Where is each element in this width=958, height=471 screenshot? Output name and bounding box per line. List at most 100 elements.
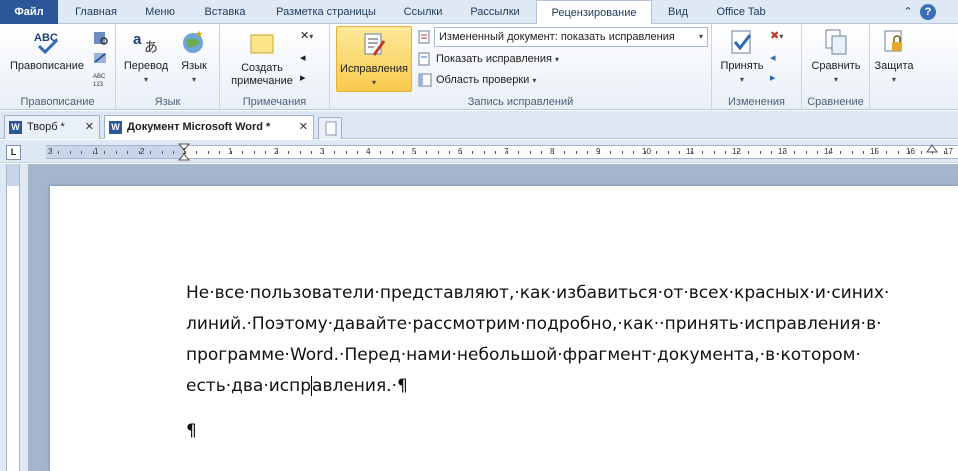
group-label-tracking: Запись исправлений	[467, 96, 574, 108]
ruler-tick	[598, 151, 600, 154]
translate-button[interactable]: a あ Перевод ▾	[120, 28, 172, 86]
ruler-tick	[472, 151, 473, 154]
ruler-tick	[276, 151, 278, 154]
ruler-tick	[483, 151, 485, 154]
accept-button[interactable]: Принять ▾	[716, 28, 768, 86]
group-label-comments: Примечания	[242, 96, 307, 108]
ruler-tick	[564, 151, 565, 154]
ruler-tick	[322, 151, 324, 154]
close-tab-icon[interactable]: ✕	[299, 116, 308, 138]
word-count-icon[interactable]: ABC 123	[92, 70, 110, 88]
horizontal-ruler-bar: L 3 1 2 1 1 2 3 4 5 6 7 8 9 10 11 12 13 …	[0, 140, 958, 163]
tab-home[interactable]: Главная	[62, 0, 130, 24]
horizontal-ruler[interactable]: 3 1 2 1 1 2 3 4 5 6 7 8 9 10 11 12 13 14…	[46, 143, 958, 161]
document-line-3[interactable]: программе·Word.·Перед·нами·небольшой·фра…	[186, 340, 946, 371]
ruler-tick	[541, 151, 542, 154]
new-tab-button[interactable]	[318, 117, 342, 139]
document-line-4[interactable]: есть·два·исправления.·¶	[186, 371, 946, 402]
vertical-ruler[interactable]	[6, 164, 20, 471]
ruler-tick	[368, 151, 370, 154]
svg-text:★: ★	[195, 29, 203, 39]
ruler-tick	[679, 151, 680, 154]
ruler-tick	[299, 151, 301, 154]
ruler-tick	[127, 151, 128, 154]
ruler-tick	[736, 151, 738, 154]
tab-references[interactable]: Ссылки	[392, 0, 454, 24]
ruler-tick	[104, 151, 105, 154]
ruler-tick	[345, 151, 347, 154]
tab-view[interactable]: Вид	[656, 0, 700, 24]
delete-comment-icon[interactable]: ✕▾	[300, 28, 313, 45]
ruler-tick	[449, 151, 450, 154]
show-markup-button[interactable]: Показать исправления ▾	[418, 51, 559, 68]
track-changes-button[interactable]: Исправления ▾	[336, 26, 412, 92]
group-tracking: Исправления ▾ Измененный документ: показа…	[330, 24, 712, 110]
document-line-2[interactable]: линий.·Поэтому·давайте·рассмотрим·подроб…	[186, 309, 946, 340]
tab-mailings[interactable]: Рассылки	[456, 0, 534, 24]
ruler-tick	[138, 151, 140, 154]
tab-menu[interactable]: Меню	[132, 0, 188, 24]
ruler-tick	[667, 151, 669, 154]
ruler-tick	[311, 151, 312, 154]
doc-tab-tvorb[interactable]: W Творб * ✕	[4, 115, 100, 139]
spelling-button[interactable]: ABC Правописание	[4, 28, 90, 73]
previous-comment-icon[interactable]: ◂	[300, 50, 306, 66]
track-changes-icon	[364, 33, 386, 56]
ruler-number: 16	[906, 147, 915, 156]
group-label-spelling: Правописание	[20, 96, 95, 108]
reject-change-icon[interactable]: ✖▾	[770, 28, 783, 45]
group-protect: Защита ▾	[870, 24, 918, 110]
ruler-tick	[288, 151, 289, 154]
document-line-1[interactable]: Не·все·пользователи·представляют,·как·из…	[186, 278, 946, 309]
ruler-number: 3	[48, 147, 53, 156]
ruler-tick	[437, 151, 439, 154]
ruler-tick	[265, 151, 266, 154]
ruler-tick	[529, 151, 531, 154]
previous-change-icon[interactable]: ◂	[770, 50, 776, 66]
protect-button[interactable]: Защита ▾	[872, 28, 916, 86]
help-icon[interactable]: ?	[920, 4, 936, 20]
ruler-tick	[92, 151, 94, 154]
thesaurus-icon[interactable]	[92, 50, 110, 66]
ruler-tick	[863, 151, 864, 154]
ruler-tick	[150, 151, 151, 154]
ruler-tick	[115, 151, 117, 154]
compare-button[interactable]: Сравнить ▾	[806, 28, 866, 86]
svg-text:ABC: ABC	[93, 74, 106, 80]
ruler-tick	[414, 151, 416, 154]
language-button[interactable]: ★ Язык ▾	[172, 28, 216, 86]
ruler-tick	[230, 151, 232, 154]
doc-tab-word-document[interactable]: W Документ Microsoft Word * ✕	[104, 115, 314, 139]
new-comment-button[interactable]: Создать примечание	[224, 30, 300, 88]
ruler-tick	[794, 151, 795, 154]
collapse-ribbon-icon[interactable]: ⌃	[900, 4, 916, 20]
ruler-tick	[357, 151, 358, 154]
ruler-tick	[518, 151, 519, 154]
line-4-text-after-cursor: авления.·¶	[312, 376, 408, 396]
tab-review[interactable]: Рецензирование	[536, 0, 652, 25]
research-icon[interactable]	[92, 30, 110, 46]
ruler-tick	[702, 151, 703, 154]
display-for-review-combo[interactable]: Измененный документ: показать исправлени…	[434, 27, 708, 47]
tab-file[interactable]: Файл	[0, 0, 58, 24]
tab-stop-selector[interactable]: L	[6, 145, 21, 160]
group-comments: Создать примечание ✕▾ ◂ ▸ Примечания	[220, 24, 330, 110]
ruler-tick	[759, 151, 761, 154]
next-comment-icon[interactable]: ▸	[300, 70, 306, 86]
tab-office-tab[interactable]: Office Tab	[704, 0, 778, 24]
ribbon-tab-bar: Файл Главная Меню Вставка Разметка стран…	[0, 0, 958, 25]
ruler-tick	[380, 151, 381, 154]
next-change-icon[interactable]: ▸	[770, 70, 776, 86]
tab-page-layout[interactable]: Разметка страницы	[262, 0, 390, 24]
compare-documents-icon	[825, 29, 847, 55]
ruler-tick	[633, 151, 634, 154]
close-tab-icon[interactable]: ✕	[85, 116, 94, 138]
ruler-tick	[725, 151, 726, 154]
ruler-tick	[334, 151, 335, 154]
tab-insert[interactable]: Вставка	[190, 0, 260, 24]
ruler-number: 2	[140, 147, 145, 156]
reviewing-pane-button[interactable]: Область проверки ▾	[418, 72, 536, 89]
ruler-tick	[426, 151, 427, 154]
document-line-5[interactable]: ¶	[186, 416, 946, 447]
word-doc-icon: W	[9, 121, 22, 134]
